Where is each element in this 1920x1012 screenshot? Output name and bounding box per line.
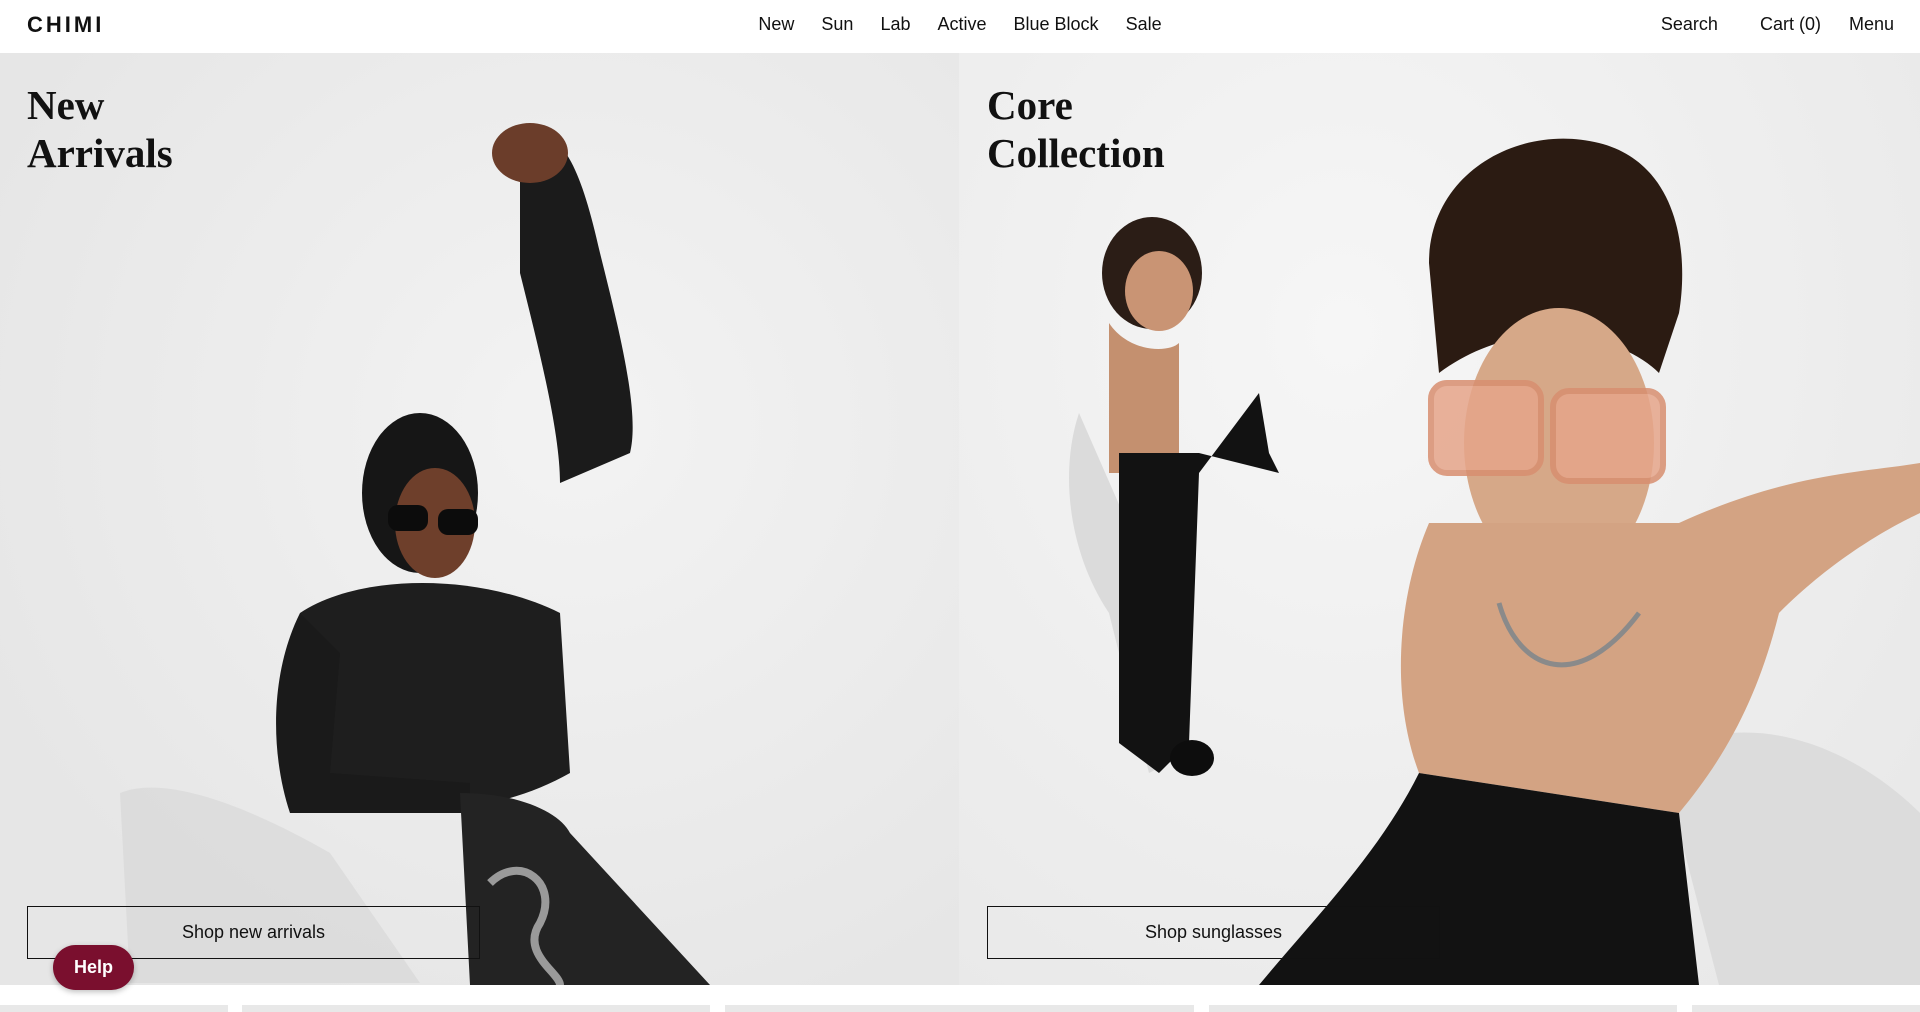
nav-blue-block[interactable]: Blue Block	[1014, 14, 1099, 35]
thumbnail[interactable]	[1692, 1005, 1920, 1012]
thumbnail[interactable]	[1209, 1005, 1677, 1012]
cart-link[interactable]: Cart (0)	[1760, 14, 1821, 35]
next-row-preview	[0, 985, 1920, 1012]
panel-title-new-arrivals: New Arrivals	[27, 82, 173, 176]
nav-new[interactable]: New	[758, 14, 794, 35]
menu-link[interactable]: Menu	[1849, 14, 1894, 35]
nav-active[interactable]: Active	[937, 14, 986, 35]
nav-sun[interactable]: Sun	[821, 14, 853, 35]
main-nav: New Sun Lab Active Blue Block Sale	[0, 14, 1920, 35]
utility-nav: Search Cart (0) Menu	[1661, 14, 1894, 35]
site-header: CHIMI New Sun Lab Active Blue Block Sale…	[0, 0, 1920, 53]
model-image-core-collection	[1069, 138, 1920, 985]
thumbnail[interactable]	[242, 1005, 710, 1012]
shop-sunglasses-button[interactable]: Shop sunglasses	[987, 906, 1440, 959]
search-link[interactable]: Search	[1661, 14, 1718, 35]
panel-title-core-collection: Core Collection	[987, 82, 1165, 176]
thumbnail[interactable]	[0, 1005, 228, 1012]
nav-sale[interactable]: Sale	[1126, 14, 1162, 35]
thumbnail[interactable]	[725, 1005, 1194, 1012]
nav-lab[interactable]: Lab	[880, 14, 910, 35]
model-image-new-arrivals	[120, 123, 710, 985]
new-arrivals-panel[interactable]: New Arrivals Shop new arrivals	[0, 53, 959, 985]
core-collection-panel[interactable]: Core Collection Shop sunglasses	[959, 53, 1920, 985]
help-button[interactable]: Help	[53, 945, 134, 990]
